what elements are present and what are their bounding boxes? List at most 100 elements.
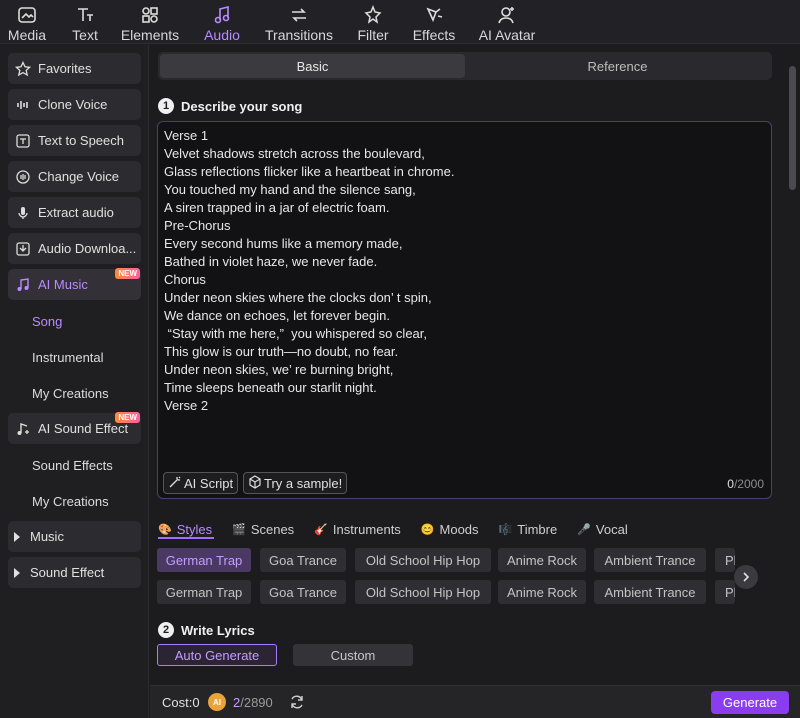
elements-icon [139,4,161,26]
sidebar-item-change-voice[interactable]: Change Voice [8,161,141,192]
style-chip[interactable]: German Trap [157,580,251,604]
song-description-text[interactable]: Verse 1 Velvet shadows stretch across th… [164,127,764,415]
style-chip[interactable]: German Trap [157,548,251,572]
sidebar-sub-song[interactable]: Song [32,314,62,329]
top-toolbar: Media Text Elements Audio Transitions Fi… [0,0,800,44]
tab-basic[interactable]: Basic [160,54,465,78]
try-sample-label: Try a sample! [264,475,343,491]
style-chip[interactable]: Ambient Trance [594,580,706,604]
sidebar-sub-sound-effects[interactable]: Sound Effects [32,458,113,473]
toolbar-transitions[interactable]: Transitions [264,0,334,44]
toolbar-elements[interactable]: Elements [120,0,180,44]
tab-scenes[interactable]: 🎬 Scenes [232,519,294,539]
describe-heading: 1 Describe your song [158,98,302,114]
style-chip[interactable]: Goa Trance [260,548,346,572]
credits-total: /2890 [240,695,273,710]
toolbar-media[interactable]: Media [6,0,48,44]
style-chip[interactable]: Ambient Trance [594,548,706,572]
toolbar-ai-avatar-label: AI Avatar [478,27,536,43]
timbre-icon: 🎼 [498,523,513,536]
download-icon [14,240,32,258]
style-chip[interactable]: Goa Trance [260,580,346,604]
style-chip[interactable]: Anime Rock [498,548,586,572]
style-chip[interactable]: Old School Hip Hop [355,580,491,604]
tab-label: Styles [176,521,213,537]
generate-button[interactable]: Generate [711,691,789,714]
smiley-icon: 😊 [420,523,435,536]
sidebar-item-label: Audio Downloa... [38,241,137,256]
sidebar-item-ai-music[interactable]: AI Music NEW [8,268,141,300]
magic-wand-icon [168,475,182,492]
sidebar-item-ai-sound-effect[interactable]: AI Sound Effect NEW [8,412,141,444]
tab-label: Timbre [517,521,558,537]
sidebar-item-label: Extract audio [38,205,114,220]
microphone-icon [14,204,32,222]
sidebar-item-text-to-speech[interactable]: Text to Speech [8,125,141,156]
audio-icon [211,4,233,26]
guitar-icon: 🎸 [314,523,328,536]
ai-avatar-icon [496,4,518,26]
ai-script-button[interactable]: AI Script [163,472,239,494]
sidebar-sub-my-creations-sfx[interactable]: My Creations [32,494,109,509]
toolbar-ai-avatar[interactable]: AI Avatar [477,0,537,44]
tab-label: Moods [439,521,479,537]
sidebar-item-clone-voice[interactable]: Clone Voice [8,89,141,120]
tab-timbre[interactable]: 🎼 Timbre [499,519,558,539]
toolbar-filter[interactable]: Filter [356,0,390,44]
sidebar-item-sound-effect[interactable]: Sound Effect [8,557,141,588]
transitions-icon [288,4,310,26]
cube-icon [248,474,262,492]
palette-icon: 🎨 [158,523,172,536]
tab-moods[interactable]: 😊 Moods [421,519,479,539]
toolbar-text[interactable]: Text [70,0,100,44]
character-max: /2000 [733,477,764,491]
toolbar-audio[interactable]: Audio [200,0,244,44]
sidebar-sub-my-creations[interactable]: My Creations [32,386,109,401]
try-sample-button[interactable]: Try a sample! [243,472,348,494]
active-tab-underline [158,537,214,539]
style-chip[interactable]: Pl [715,548,735,572]
chevron-right-icon [14,531,20,542]
custom-button[interactable]: Custom [293,644,413,666]
auto-generate-button[interactable]: Auto Generate [157,644,277,666]
style-chip[interactable]: Pl [715,580,735,604]
character-count: 0 [727,477,734,491]
toolbar-transitions-label: Transitions [265,27,333,43]
tab-reference[interactable]: Reference [465,54,770,78]
main-panel: Basic Reference 1 Describe your song Ver… [150,45,800,685]
media-icon [16,4,38,26]
filter-icon [362,4,384,26]
toolbar-text-label: Text [72,27,98,43]
sidebar-item-favorites[interactable]: Favorites [8,53,141,84]
sidebar-item-extract-audio[interactable]: Extract audio [8,197,141,228]
style-chip[interactable]: Anime Rock [498,580,586,604]
chevron-right-icon[interactable] [734,565,758,589]
scrollbar-thumb[interactable] [789,66,796,190]
toolbar-media-label: Media [7,27,47,43]
text-to-speech-icon [14,132,32,150]
sidebar-item-label: AI Sound Effect [38,421,129,436]
clapperboard-icon: 🎬 [232,523,246,536]
sidebar-item-audio-download[interactable]: Audio Downloa... [8,233,141,264]
style-chip[interactable]: Old School Hip Hop [355,548,491,572]
cost-label: Cost:0 [162,695,200,710]
tab-label: Vocal [595,521,628,537]
effects-icon [423,4,445,26]
lyrics-heading: 2 Write Lyrics [158,622,255,638]
toolbar-audio-label: Audio [204,27,240,43]
vocal-icon: 🎤 [577,523,591,536]
sidebar-sub-instrumental[interactable]: Instrumental [32,350,104,365]
sidebar-item-label: AI Music [38,277,88,292]
category-tabs: 🎨 Styles 🎬 Scenes 🎸 Instruments 😊 Moods 🎼 Tim… [158,519,758,539]
new-badge: NEW [115,268,140,279]
refresh-icon[interactable] [288,693,306,714]
lyrics-title: Write Lyrics [181,622,255,638]
ai-script-label: AI Script [184,475,234,491]
tab-styles[interactable]: 🎨 Styles [158,519,212,539]
music-note-icon [14,276,32,294]
toolbar-effects[interactable]: Effects [412,0,456,44]
sidebar-item-music[interactable]: Music [8,521,141,552]
tab-vocal[interactable]: 🎤 Vocal [577,519,628,539]
tab-instruments[interactable]: 🎸 Instruments [314,519,401,539]
song-description-textarea[interactable]: Verse 1 Velvet shadows stretch across th… [157,121,772,499]
